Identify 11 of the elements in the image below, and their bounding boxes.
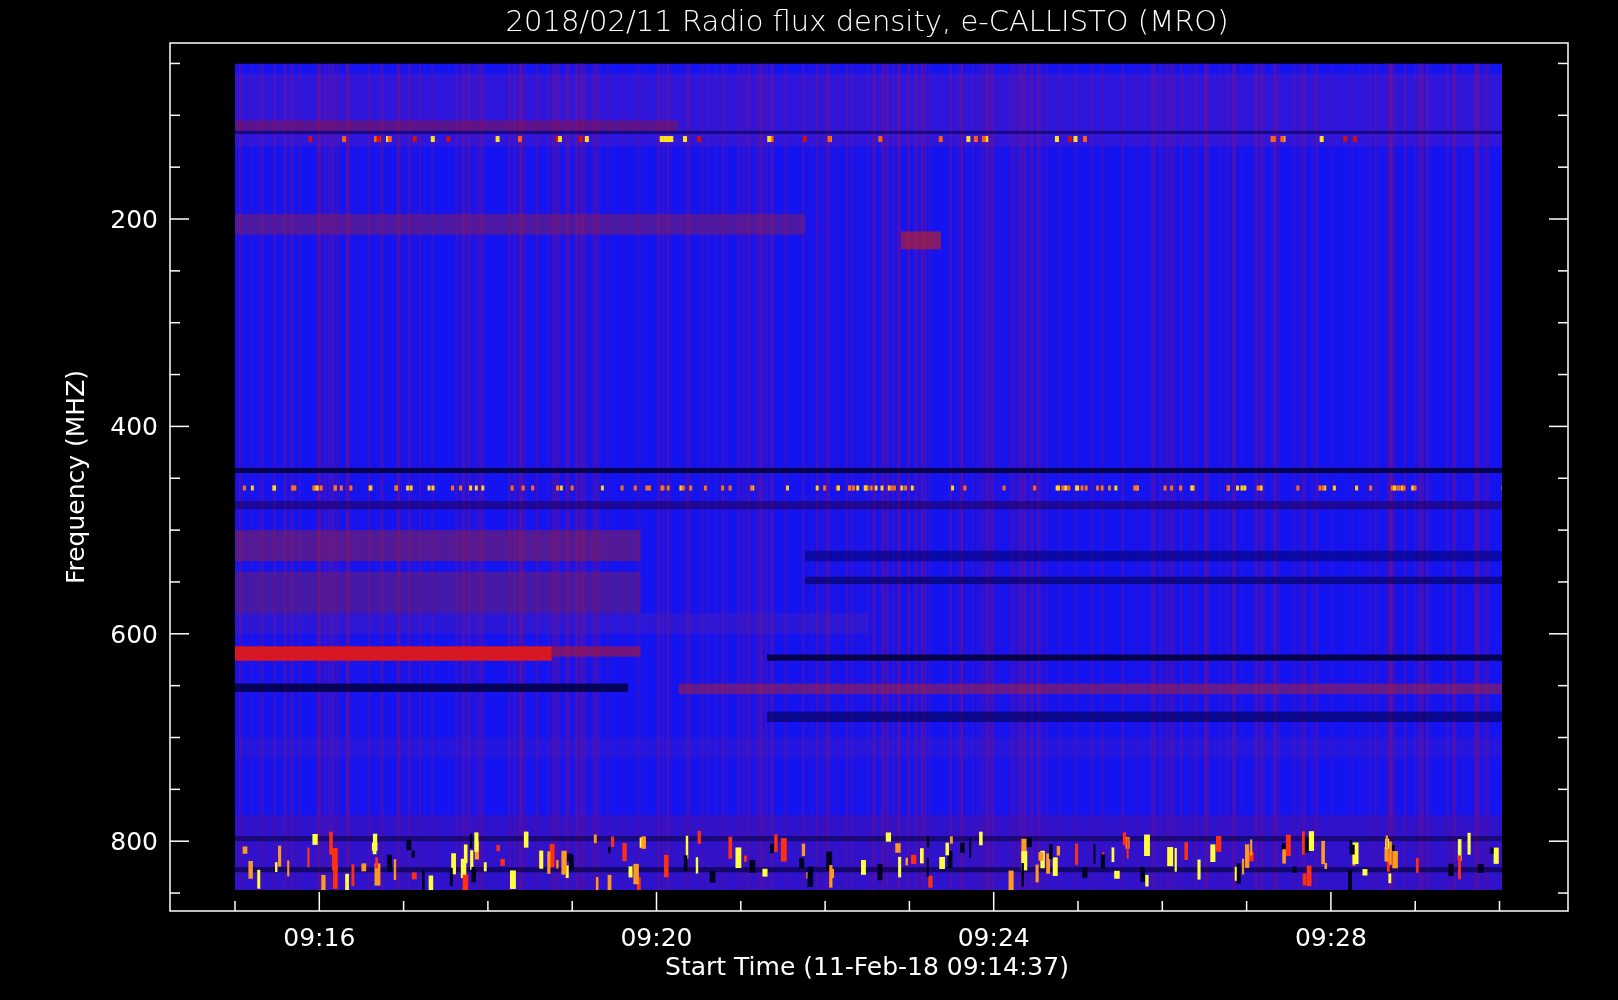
y-tick-label: 600 — [110, 619, 158, 649]
x-tick-label: 09:20 — [620, 923, 693, 952]
y-tick-label: 200 — [110, 205, 158, 234]
x-tick-label: 09:28 — [1294, 923, 1367, 952]
x-tick-label: 09:16 — [283, 923, 356, 952]
y-axis-label: Frequency (MHZ) — [61, 369, 90, 585]
y-tick-label: 800 — [110, 827, 158, 857]
plot-title: 2018/02/11 Radio flux density, e-CALLISTO (MRO) — [505, 4, 1229, 38]
x-axis-label: Start Time (11-Feb-18 09:14:37) — [665, 952, 1069, 981]
x-tick-label: 09:24 — [957, 923, 1030, 952]
y-tick-label: 400 — [110, 412, 158, 442]
